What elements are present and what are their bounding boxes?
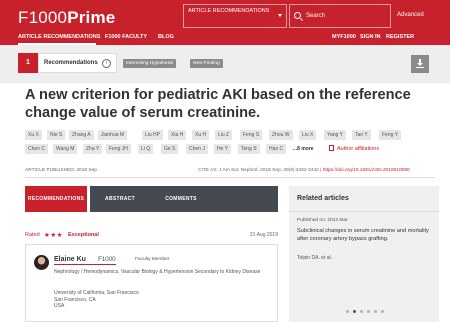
recommendation-count[interactable]: 1 [18,53,38,73]
download-icon [417,59,423,66]
advanced-search-link[interactable]: Advanced [397,12,424,18]
info-icon[interactable]: i [102,59,111,68]
nav-myf1000[interactable]: MYF1000 [332,34,356,40]
author-chip[interactable]: Tao Y [352,130,371,140]
faculty-affiliation: University of California, San Francisco … [54,290,264,310]
tag-interesting-hypothesis[interactable]: Interesting Hypothesis [123,59,177,68]
author-chip[interactable]: Feng JH [106,144,131,154]
pager-dot[interactable] [367,310,370,313]
related-article-title[interactable]: Subclinical changes in serum creatinine … [297,228,432,243]
nav-blog[interactable]: BLOG [158,34,174,40]
pager-dot[interactable] [360,310,363,313]
name-underline [54,264,116,265]
article-tabs: RECOMMENDATIONS ABSTRACT COMMENTS [25,186,278,212]
recommendations-button[interactable]: Recommendations i [38,53,117,73]
affiliation-line: USA [54,303,65,309]
more-authors-link[interactable]: ...8 more [293,144,314,154]
search-scope-value: ARTICLE RECOMMENDATIONS [188,8,270,14]
author-chip[interactable]: Jianhua M [98,130,128,140]
related-article-date: Published on: 2012 Mar [297,218,348,223]
nav-register[interactable]: REGISTER [386,34,414,40]
author-chip[interactable]: Hao C [266,144,287,154]
recommendations-bar: 1 Recommendations i Interesting Hypothes… [0,45,450,83]
nav-sign-in[interactable]: SIGN IN [360,34,380,40]
related-article-authors: Tolpin DA. et al. [297,255,333,261]
search-icon [294,12,301,19]
author-chip[interactable]: He Y [214,144,232,154]
chevron-down-icon [278,14,282,17]
author-chip[interactable]: Liu HP [142,130,164,140]
author-chip[interactable]: Li Q [138,144,154,154]
rated-label: Rated [25,232,40,238]
author-chip[interactable]: Chen C [25,144,48,154]
author-chip[interactable]: Ge S [161,144,179,154]
avatar[interactable] [34,255,49,270]
author-chip[interactable]: Wang M [53,144,78,154]
related-articles-heading: Related articles [297,195,349,202]
top-header: F1000Prime ARTICLE RECOMMENDATIONS Searc… [0,0,450,45]
faculty-role: Faculty Member [135,257,170,262]
article-title: A new criterion for pediatric AKI based … [25,87,411,121]
author-chip[interactable]: Zhang A [69,130,94,140]
author-chip[interactable]: Xu X [25,130,42,140]
pager-dot[interactable] [346,310,349,313]
faculty-recommendation-card: Elaine Ku F1000 Faculty Member Nephrolog… [25,244,278,322]
publication-date: ARTICLE PUBLISHED: 2018 Sep [25,168,97,173]
citation: CITE AS: J Am Soc Nephrol. 2018 Sep; 29(… [198,168,410,173]
search-input[interactable]: Search [289,4,391,28]
author-chip[interactable]: Xu H [192,130,210,140]
author-chip[interactable]: Feng Y [379,130,402,140]
related-articles-panel: Related articles Published on: 2012 Mar … [289,186,439,322]
tag-new-finding[interactable]: New Finding [190,59,223,68]
star-rating-icon: ★★★ [44,232,63,239]
main-nav: ARTICLE RECOMMENDATIONS F1000 FACULTY BL… [0,32,450,45]
rating-row: Rated ★★★ Exceptional 21 Aug 2019 [25,230,278,242]
search-placeholder: Search [306,13,326,19]
author-chip[interactable]: Teng S [238,144,260,154]
author-chip[interactable]: Yang Y [324,130,346,140]
pager-dot[interactable] [381,310,384,313]
download-icon-base [416,67,424,69]
tab-comments[interactable]: COMMENTS [150,186,212,212]
nav-f1000-faculty[interactable]: F1000 FACULTY [105,34,147,40]
recommendations-label: Recommendations [44,60,98,66]
nav-article-recommendations[interactable]: ARTICLE RECOMMENDATIONS [18,34,100,40]
author-chip[interactable]: Nie S [47,130,66,140]
author-chip[interactable]: Feng S [240,130,263,140]
faculty-member-name[interactable]: Elaine Ku [54,256,86,263]
author-chip[interactable]: Chen J [186,144,208,154]
pager-dot[interactable] [374,310,377,313]
author-chip[interactable]: Xia H [168,130,187,140]
faculty-specialty: Nephrology / Hemodynamics, Vascular Biol… [54,269,261,275]
related-articles-header: Related articles [289,186,439,212]
f1000-brand: F1000 [98,256,116,263]
rating-text: Exceptional [68,232,99,238]
doi-link[interactable]: https://doi.org/10.1681/ASN.2018010090 [323,168,410,173]
divider [25,177,435,178]
author-chip[interactable]: Zhou W [269,130,293,140]
recommendation-date: 21 Aug 2019 [249,232,278,238]
tab-abstract[interactable]: ABSTRACT [90,186,150,212]
pager-dot-active[interactable] [353,310,356,313]
document-icon [329,145,334,151]
author-chip[interactable]: Zha Y [83,144,103,154]
article-meta: ARTICLE PUBLISHED: 2018 Sep CITE AS: J A… [25,166,435,175]
author-chip[interactable]: Liu Z [215,130,233,140]
search-bar: ARTICLE RECOMMENDATIONS Search Advanced [183,4,429,28]
author-chip[interactable]: Liu X [299,130,317,140]
author-affiliations-link[interactable]: Author affiliations [329,144,379,154]
tab-recommendations[interactable]: RECOMMENDATIONS [25,186,87,212]
f1000prime-logo[interactable]: F1000Prime [18,8,115,28]
download-button[interactable] [411,55,429,73]
search-scope-select[interactable]: ARTICLE RECOMMENDATIONS [183,4,287,28]
